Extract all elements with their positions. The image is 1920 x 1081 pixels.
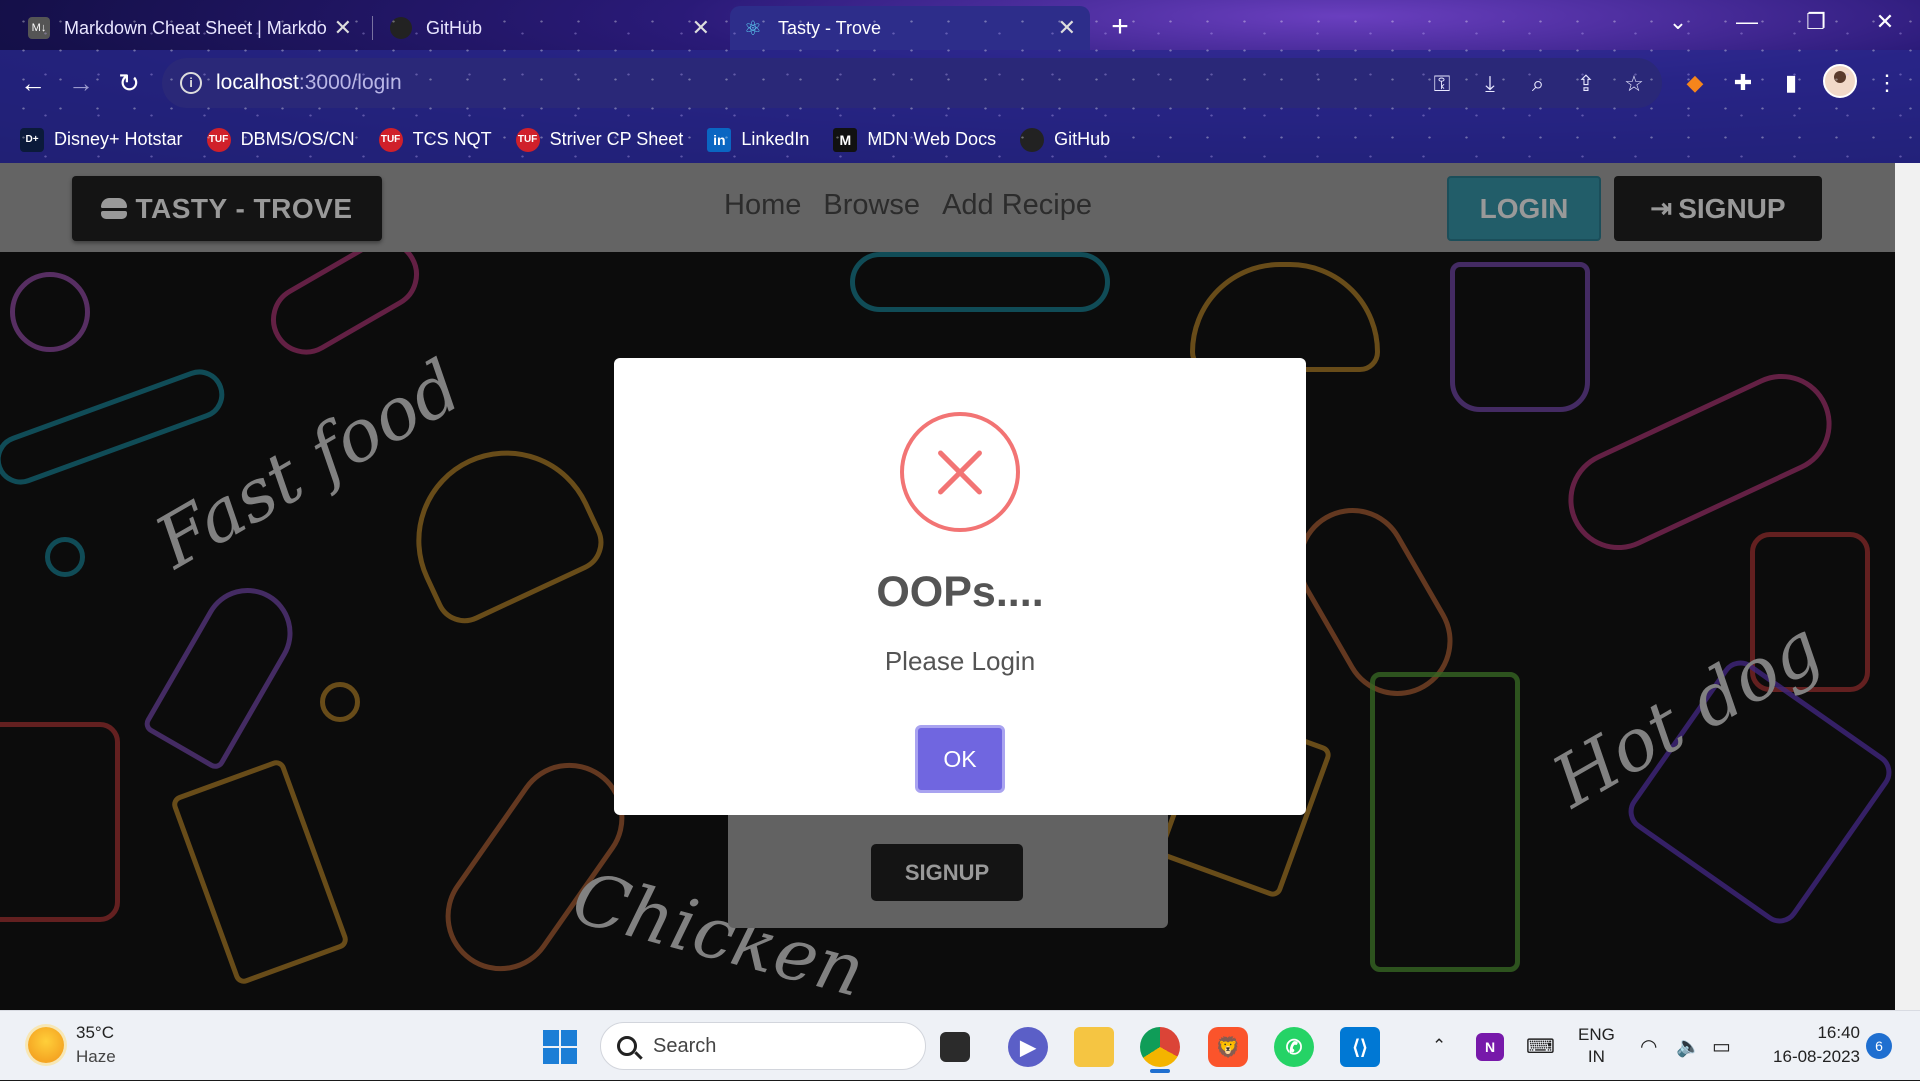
bookmark-label: Striver CP Sheet (549, 129, 684, 149)
github-favicon-icon (390, 17, 412, 39)
vscode-icon[interactable]: ⟨⟩ (1340, 1027, 1380, 1067)
language-indicator[interactable]: ENG IN (1578, 1011, 1615, 1081)
bookmark-tcs-nqt[interactable]: TUF TCS NQT (378, 127, 492, 152)
language-2: IN (1587, 1047, 1605, 1066)
menu-icon[interactable]: ⋮ (1870, 66, 1904, 100)
bookmark-label: DBMS/OS/CN (240, 129, 355, 149)
windows-taskbar: 35°C Haze Search ▶ 🦁 ✆ ⟨⟩ ⌃ N ⌨ ENG IN ◠… (0, 1010, 1920, 1080)
brave-icon[interactable]: 🦁 (1208, 1027, 1248, 1067)
bookmark-label: Disney+ Hotstar (54, 129, 183, 149)
tab-markdown[interactable]: M↓ Markdown Cheat Sheet | Markdo ✕ (16, 6, 366, 50)
linkedin-icon: in (707, 127, 732, 152)
onenote-icon[interactable]: N (1476, 1033, 1504, 1061)
volume-icon[interactable]: 🔈 (1676, 1011, 1701, 1081)
battery-icon[interactable]: ▭ (1712, 1011, 1731, 1081)
whatsapp-icon[interactable]: ✆ (1274, 1027, 1314, 1067)
language-1: ENG (1578, 1025, 1615, 1044)
minimize-button[interactable]: — (1713, 0, 1781, 44)
windows-start-icon[interactable] (540, 1027, 580, 1067)
wifi-icon[interactable]: ◠ (1640, 1011, 1657, 1081)
notification-badge[interactable]: 6 (1866, 1033, 1892, 1059)
forward-icon[interactable]: → (64, 66, 98, 100)
close-window-button[interactable]: ✕ (1851, 0, 1919, 44)
haze-sun-icon (28, 1027, 64, 1063)
tab-github[interactable]: GitHub ✕ (378, 6, 724, 50)
temperature: 35°C (76, 1023, 114, 1042)
task-view-icon[interactable] (940, 1032, 970, 1062)
weather-condition: Haze (76, 1047, 116, 1066)
restore-button[interactable]: ❐ (1782, 0, 1850, 44)
bookmark-dbms[interactable]: TUF DBMS/OS/CN (206, 127, 355, 152)
metamask-extension-icon[interactable]: ◆ (1678, 66, 1712, 100)
url-host: localhost (216, 71, 299, 94)
file-explorer-icon[interactable] (1074, 1027, 1114, 1067)
dialog-title: OOPs.... (876, 568, 1044, 616)
bookmark-mdn[interactable]: M MDN Web Docs (833, 127, 997, 152)
extensions-icon[interactable]: ✚ (1726, 66, 1760, 100)
bookmark-disney-hotstar[interactable]: D+ Disney+ Hotstar (20, 127, 183, 152)
bookmark-linkedin[interactable]: in LinkedIn (707, 127, 810, 152)
tuf-icon: TUF (206, 127, 231, 152)
bookmark-label: GitHub (1054, 129, 1111, 149)
tab-title: Tasty - Trove (778, 17, 882, 38)
install-app-icon[interactable]: ⤓ (1476, 70, 1504, 98)
side-panel-icon[interactable]: ▮ (1774, 66, 1808, 100)
tab-separator (372, 16, 373, 40)
meet-icon[interactable]: ▶ (1008, 1027, 1048, 1067)
mdn-icon: M (833, 127, 858, 152)
github-icon (1020, 127, 1045, 152)
new-tab-button[interactable]: + (1102, 10, 1138, 46)
chrome-icon[interactable] (1140, 1027, 1180, 1067)
error-x-icon (900, 412, 1020, 532)
dialog-message: Please Login (884, 646, 1036, 676)
hotstar-icon: D+ (20, 127, 44, 152)
active-app-indicator (1150, 1069, 1170, 1073)
browser-toolbar: ← → ↻ i localhost:3000/login ⚿ ⤓ ⌕ ⇪ ☆ ◆… (0, 50, 1920, 116)
bookmark-label: LinkedIn (741, 129, 810, 149)
tab-search-icon[interactable]: ⌄ (1644, 0, 1712, 44)
site-info-icon[interactable]: i (180, 72, 202, 94)
error-dialog: OOPs.... Please Login OK (614, 358, 1306, 815)
show-hidden-icons[interactable]: ⌃ (1432, 1011, 1446, 1081)
page-scrollbar[interactable] (1895, 163, 1920, 1010)
weather-widget[interactable]: 35°C Haze (28, 1021, 116, 1069)
clock-date: 16-08-2023 (1773, 1047, 1860, 1066)
search-placeholder: Search (653, 1034, 717, 1057)
url-path: :3000/login (298, 71, 402, 94)
tuf-icon: TUF (515, 127, 540, 152)
reload-icon[interactable]: ↻ (112, 66, 146, 100)
keyboard-icon[interactable]: ⌨ (1526, 1011, 1555, 1081)
web-page: TASTY - TROVE Home Browse Add Recipe LOG… (0, 163, 1920, 1010)
bookmark-star-icon[interactable]: ☆ (1620, 70, 1648, 98)
close-tab-icon[interactable]: ✕ (334, 15, 352, 41)
tab-strip: M↓ Markdown Cheat Sheet | Markdo ✕ GitHu… (0, 0, 1920, 50)
back-icon[interactable]: ← (16, 66, 50, 100)
tab-title: Markdown Cheat Sheet | Markdo (64, 17, 327, 38)
bookmarks-bar: D+ Disney+ Hotstar TUF DBMS/OS/CN TUF TC… (0, 116, 1920, 163)
share-icon[interactable]: ⇪ (1572, 70, 1600, 98)
ok-button[interactable]: OK (915, 725, 1005, 793)
tab-tasty-trove[interactable]: ⚛ Tasty - Trove ✕ (730, 6, 1090, 50)
bookmark-github[interactable]: GitHub (1020, 127, 1111, 152)
zoom-icon[interactable]: ⌕ (1524, 70, 1552, 98)
bookmark-label: MDN Web Docs (867, 129, 997, 149)
tab-title: GitHub (426, 17, 483, 38)
tuf-icon: TUF (378, 127, 403, 152)
clock-time: 16:40 (1817, 1023, 1860, 1042)
search-icon (617, 1036, 637, 1056)
taskbar-search[interactable]: Search (600, 1022, 926, 1070)
react-favicon-icon: ⚛ (744, 17, 762, 40)
bookmark-striver[interactable]: TUF Striver CP Sheet (515, 127, 684, 152)
address-bar[interactable]: i localhost:3000/login ⚿ ⤓ ⌕ ⇪ ☆ (162, 58, 1662, 108)
browser-chrome: M↓ Markdown Cheat Sheet | Markdo ✕ GitHu… (0, 0, 1920, 163)
key-icon[interactable]: ⚿ (1428, 70, 1456, 98)
markdown-favicon-icon: M↓ (28, 17, 50, 39)
bookmark-label: TCS NQT (412, 129, 492, 149)
profile-avatar[interactable] (1823, 64, 1857, 98)
system-clock[interactable]: 16:40 16-08-2023 (1760, 1021, 1860, 1069)
close-tab-icon[interactable]: ✕ (692, 15, 710, 41)
close-tab-icon[interactable]: ✕ (1058, 15, 1076, 41)
